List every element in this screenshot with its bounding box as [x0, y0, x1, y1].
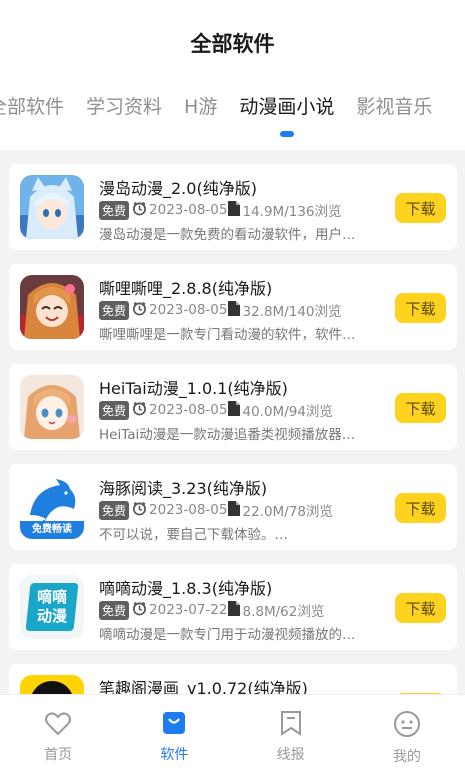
app-name: 嘀嘀动漫_1.8.3(纯净版): [99, 579, 273, 598]
anime-girl-icon: [20, 375, 84, 439]
nav-tips[interactable]: 线报: [233, 695, 349, 771]
file-icon: [228, 600, 241, 620]
app-stats: 22.0M/78浏览: [242, 504, 333, 520]
app-name: 漫岛动漫_2.0(纯净版): [99, 179, 257, 198]
bottom-nav: 首页 软件 线报 我的: [0, 694, 465, 771]
tab-video-music[interactable]: 影视音乐: [356, 92, 432, 119]
app-stats: 8.8M/62浏览: [242, 604, 325, 620]
nav-home[interactable]: 首页: [0, 695, 116, 771]
app-date: 2023-08-05: [149, 202, 228, 218]
file-icon: [228, 500, 241, 520]
download-button[interactable]: 下载: [395, 593, 446, 623]
app-description: 不可以说，要自己下载体验。…: [99, 527, 288, 543]
app-name: 海豚阅读_3.23(纯净版): [99, 479, 268, 498]
dolphin-icon: 免费畅读: [20, 475, 84, 539]
clock-icon: [132, 201, 147, 220]
app-description: 漫岛动漫是一款免费的看动漫软件，用户…: [99, 227, 356, 243]
app-card[interactable]: 漫岛动漫_2.0(纯净版) 免费 2023-08-05 14.9M/136浏览 …: [9, 164, 457, 250]
app-icon: [20, 675, 84, 694]
app-card[interactable]: 笔趣阁漫画_v1.0.72(纯净版) 下载: [9, 664, 457, 694]
bookmark-icon: [279, 710, 303, 744]
category-tabs: 全部软件 学习资料 H游 动漫画小说 影视音乐: [0, 92, 454, 137]
tab-h-games[interactable]: H游: [184, 92, 217, 119]
app-meta: 免费 2023-08-05 22.0M/78浏览: [99, 500, 333, 520]
app-card[interactable]: 嘶哩嘶哩_2.8.8(纯净版) 免费 2023-08-05 32.8M/140浏…: [9, 264, 457, 350]
app-meta: 免费 2023-08-05 14.9M/136浏览: [99, 200, 342, 220]
clock-icon: [132, 601, 147, 620]
tab-anime-comics[interactable]: 动漫画小说: [239, 92, 334, 137]
app-card[interactable]: 免费畅读 海豚阅读_3.23(纯净版) 免费 2023-08-05 22.0M/…: [9, 464, 457, 550]
anime-girl-icon: [20, 275, 84, 339]
nav-me[interactable]: 我的: [349, 695, 465, 771]
clock-icon: [132, 401, 147, 420]
icon-caption: 免费畅读: [32, 524, 72, 535]
app-name: 嘶哩嘶哩_2.8.8(纯净版): [99, 279, 273, 298]
free-badge: 免费: [99, 200, 130, 220]
free-badge: 免费: [99, 600, 130, 620]
app-stats: 32.8M/140浏览: [242, 304, 342, 320]
file-icon: [228, 400, 241, 420]
top-header: 全部软件 全部软件 学习资料 H游 动漫画小说 影视音乐: [0, 0, 465, 151]
download-button[interactable]: 下载: [395, 393, 446, 423]
app-date: 2023-07-22: [149, 602, 228, 618]
tab-all-software[interactable]: 全部软件: [0, 92, 64, 119]
app-stats: 40.0M/94浏览: [242, 404, 333, 420]
app-meta: 免费 2023-08-05 32.8M/140浏览: [99, 300, 342, 320]
file-icon: [228, 200, 241, 220]
text-logo-icon: 嘀嘀动漫: [20, 575, 84, 639]
app-stats: 14.9M/136浏览: [242, 204, 342, 220]
app-meta: 免费 2023-08-05 40.0M/94浏览: [99, 400, 333, 420]
app-meta: 免费 2023-07-22 8.8M/62浏览: [99, 600, 324, 620]
clock-icon: [132, 301, 147, 320]
download-button[interactable]: 下载: [395, 293, 446, 323]
download-button[interactable]: 下载: [395, 193, 446, 223]
tab-study[interactable]: 学习资料: [86, 92, 162, 119]
app-description: 嘀嘀动漫是一款专门用于动漫视频播放的…: [99, 627, 356, 643]
app-name: 笔趣阁漫画_v1.0.72(纯净版): [99, 679, 308, 694]
download-button[interactable]: 下载: [395, 493, 446, 523]
app-list[interactable]: 漫岛动漫_2.0(纯净版) 免费 2023-08-05 14.9M/136浏览 …: [0, 150, 465, 694]
icon-text: 嘀嘀动漫: [36, 588, 67, 625]
free-badge: 免费: [99, 400, 130, 420]
face-icon: [393, 710, 421, 746]
free-badge: 免费: [99, 500, 130, 520]
app-date: 2023-08-05: [149, 502, 228, 518]
nav-label: 首页: [44, 747, 73, 763]
bag-icon: [161, 710, 187, 744]
page-title: 全部软件: [190, 32, 275, 56]
app-description: HeiTai动漫是一款动漫追番类视频播放器…: [99, 427, 356, 443]
nav-software[interactable]: 软件: [116, 695, 232, 771]
app-date: 2023-08-05: [149, 302, 228, 318]
anime-girl-icon: [20, 175, 84, 239]
clock-icon: [132, 501, 147, 520]
free-badge: 免费: [99, 300, 130, 320]
app-card[interactable]: 嘀嘀动漫 嘀嘀动漫_1.8.3(纯净版) 免费 2023-07-22 8.8M/…: [9, 564, 457, 650]
nav-label: 线报: [276, 747, 305, 763]
app-card[interactable]: HeiTai动漫_1.0.1(纯净版) 免费 2023-08-05 40.0M/…: [9, 364, 457, 450]
app-date: 2023-08-05: [149, 402, 228, 418]
file-icon: [228, 300, 241, 320]
nav-label: 软件: [160, 747, 189, 763]
heart-icon: [44, 710, 72, 744]
app-name: HeiTai动漫_1.0.1(纯净版): [99, 379, 288, 398]
app-description: 嘶哩嘶哩是一款专门看动漫的软件，软件…: [99, 327, 356, 343]
nav-label: 我的: [392, 749, 421, 765]
